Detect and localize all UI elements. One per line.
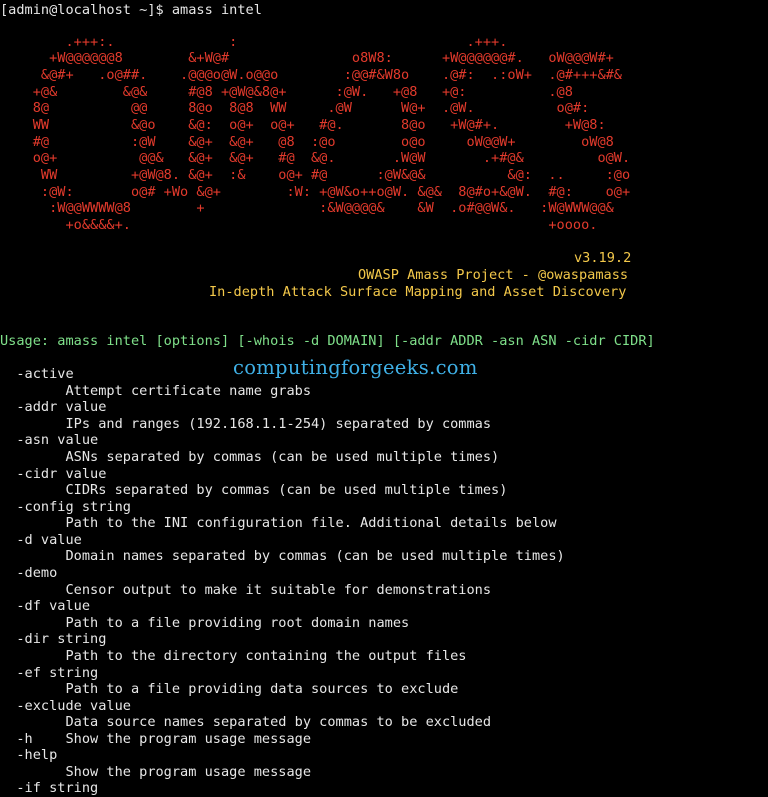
- help-line: -asn value: [0, 432, 99, 448]
- help-line: -cidr value: [0, 466, 107, 482]
- help-line: ASNs separated by commas (can be used mu…: [0, 449, 500, 465]
- shell-prompt-line: [admin@localhost ~]$ amass intel: [0, 2, 262, 18]
- help-line: -d value: [0, 532, 82, 548]
- usage-line: Usage: amass intel [options] [-whois -d …: [0, 333, 655, 349]
- help-line: -dir string: [0, 631, 107, 647]
- help-line: -config string: [0, 499, 131, 515]
- project-tagline: In-depth Attack Surface Mapping and Asse…: [209, 284, 627, 300]
- banner-art-line: WW +@W@8. &@+ :& o@+ #@ :@W&@& &@: .. :@…: [0, 167, 631, 183]
- help-line: -h Show the program usage message: [0, 731, 311, 747]
- banner-art-line: WW &@o &@: o@+ o@+ #@. 8@o +W@#+. +W@8:: [0, 117, 606, 133]
- help-line: Domain names separated by commas (can be…: [0, 548, 565, 564]
- banner-art-line: +o&&&&+. +oooo.: [0, 217, 598, 233]
- help-line: Attempt certificate name grabs: [0, 383, 311, 399]
- version-label: v3.19.2: [574, 250, 632, 266]
- help-line: Path to the directory containing the out…: [0, 648, 467, 664]
- watermark-text: computingforgeeks.com: [233, 356, 478, 379]
- help-line: -demo: [0, 565, 58, 581]
- help-line: -ef string: [0, 665, 99, 681]
- help-line: -if string: [0, 780, 99, 796]
- banner-art-line: 8@ @@ 8@o 8@8 WW .@W W@+ .@W. o@#:: [0, 100, 590, 116]
- banner-art-line: .+++:. : .+++.: [0, 34, 508, 50]
- help-line: Censor output to make it suitable for de…: [0, 582, 492, 598]
- banner-art-line: :W@@WWWW@8 + :&W@@@@& &W .o#@@W&. :W@WWW…: [0, 200, 614, 216]
- banner-art-line: o@+ @@& &@+ &@+ #@ &@. .W@W .+#@& o@W.: [0, 150, 631, 166]
- project-name: OWASP Amass Project - @owaspamass: [358, 267, 629, 283]
- help-line: Path to a file providing data sources to…: [0, 681, 459, 697]
- banner-art-line: :@W: o@# +Wo &@+ :W: +@W&o++o@W. &@& 8@#…: [0, 184, 631, 200]
- help-line: Path to a file providing root domain nam…: [0, 615, 410, 631]
- help-line: Path to the INI configuration file. Addi…: [0, 515, 557, 531]
- help-line: Show the program usage message: [0, 764, 311, 780]
- help-line: CIDRs separated by commas (can be used m…: [0, 482, 508, 498]
- help-line: -active: [0, 366, 74, 382]
- help-line: Data source names separated by commas to…: [0, 714, 492, 730]
- banner-art-line: &@#+ .o@##. .@@@o@W.o@@o :@@#&W8o .@#: .…: [0, 67, 622, 83]
- terminal-window[interactable]: [admin@localhost ~]$ amass intel .+++:. …: [0, 0, 768, 796]
- help-line: IPs and ranges (192.168.1.1-254) separat…: [0, 416, 492, 432]
- help-line: -addr value: [0, 399, 107, 415]
- banner-art-line: #@ :@W &@+ &@+ @8 :@o o@o oW@@W+ oW@8: [0, 134, 614, 150]
- banner-art-line: +W@@@@@@8 &+W@# o8W8: +W@@@@@@#. oW@@@W#…: [0, 50, 614, 66]
- help-line: -exclude value: [0, 698, 131, 714]
- help-line: -df value: [0, 598, 91, 614]
- banner-art-line: +@& &@& #@8 +@W@&8@+ :@W. +@8 +@: .@8: [0, 84, 573, 100]
- help-line: -help: [0, 747, 58, 763]
